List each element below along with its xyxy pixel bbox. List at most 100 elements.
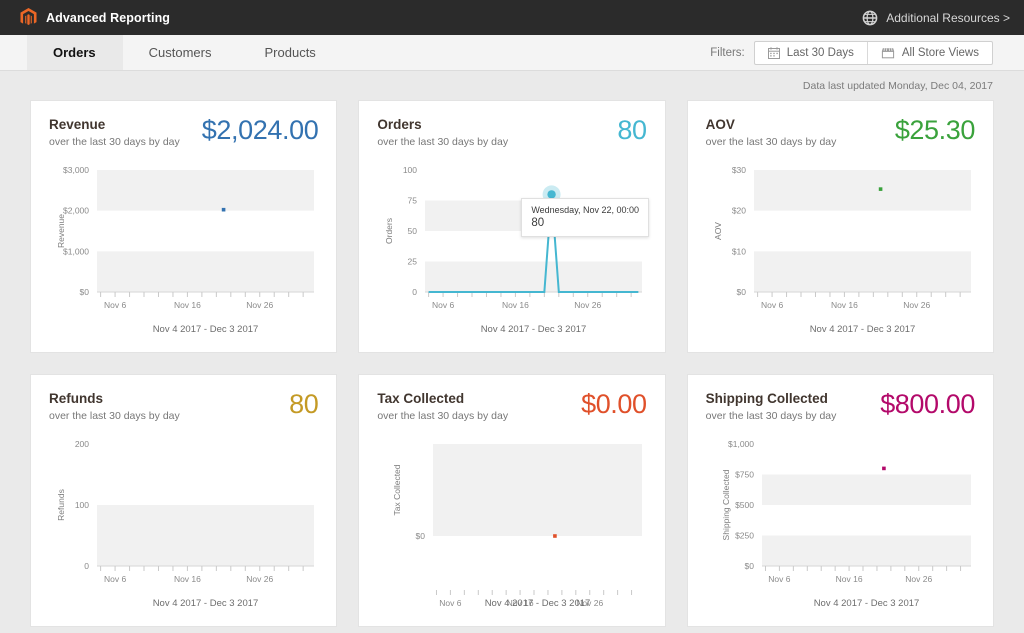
- svg-text:75: 75: [408, 195, 418, 205]
- svg-text:$0: $0: [736, 287, 746, 297]
- additional-resources-link[interactable]: Additional Resources >: [862, 10, 1010, 26]
- card-orders-title: Orders: [377, 117, 422, 132]
- svg-text:Nov 26: Nov 26: [246, 300, 273, 310]
- chart-orders[interactable]: 0 25 50 75 100 Orders Nov 6 Nov 16 Nov 26 Nov 4 2…: [377, 158, 650, 336]
- chart-shipping-collected[interactable]: $0 $250 $500 $750 $1,000 Shipping Collected No…: [706, 432, 975, 610]
- svg-text:$500: $500: [735, 500, 754, 510]
- svg-text:Nov 6: Nov 6: [440, 598, 462, 608]
- tab-orders-label: Orders: [53, 45, 96, 60]
- svg-text:$0: $0: [744, 561, 754, 571]
- svg-text:0: 0: [413, 287, 418, 297]
- svg-text:200: 200: [75, 439, 89, 449]
- svg-text:Refunds: Refunds: [56, 489, 66, 521]
- card-shipping-collected-subtitle: over the last 30 days by day: [705, 409, 837, 422]
- filters-area: Filters: Last 30 Days All Store Views: [710, 35, 1024, 70]
- tab-orders[interactable]: Orders: [27, 35, 123, 70]
- svg-text:Nov 4 2017 - Dec 3 2017: Nov 4 2017 - Dec 3 2017: [485, 598, 591, 609]
- magento-logo-icon: [20, 8, 37, 27]
- filter-store-view-button[interactable]: All Store Views: [866, 41, 992, 64]
- chart-tooltip: Wednesday, Nov 22, 00:00 80: [521, 197, 650, 237]
- card-aov: AOV over the last 30 days by day $25.30 …: [686, 100, 994, 353]
- svg-text:Nov 6: Nov 6: [761, 300, 783, 310]
- svg-text:25: 25: [408, 256, 418, 266]
- card-revenue-value: $2,024.00: [201, 115, 319, 145]
- chart-aov[interactable]: $0 $10 $20 $30 AOV Nov 6 Nov 16 Nov 26 Nov 4 201…: [706, 158, 975, 336]
- chart-refunds[interactable]: 0 100 200 Refunds Nov 6 Nov 16 Nov 26 Nov 4 201…: [49, 432, 318, 610]
- card-aov-value: $25.30: [894, 115, 976, 145]
- tab-products[interactable]: Products: [239, 35, 343, 70]
- card-revenue-subtitle: over the last 30 days by day: [49, 135, 180, 148]
- filters-label: Filters:: [710, 46, 745, 59]
- card-orders: Orders over the last 30 days by day 80 0…: [358, 100, 666, 353]
- globe-icon: [862, 10, 878, 26]
- svg-text:Nov 26: Nov 26: [905, 574, 932, 584]
- svg-text:$3,000: $3,000: [63, 165, 89, 175]
- card-tax-collected-title: Tax Collected: [377, 391, 465, 406]
- brand-area: Advanced Reporting: [20, 8, 170, 27]
- card-tax-collected-header: Tax Collected over the last 30 days by d…: [377, 389, 647, 422]
- svg-text:Nov 4 2017 - Dec 3 2017: Nov 4 2017 - Dec 3 2017: [153, 598, 259, 609]
- svg-text:AOV: AOV: [713, 222, 723, 240]
- card-refunds-subtitle: over the last 30 days by day: [49, 409, 180, 422]
- svg-text:Shipping Collected: Shipping Collected: [721, 469, 731, 540]
- svg-text:Nov 16: Nov 16: [174, 300, 201, 310]
- svg-text:Nov 16: Nov 16: [502, 300, 529, 310]
- svg-text:0: 0: [84, 561, 89, 571]
- svg-text:Revenue: Revenue: [56, 214, 66, 248]
- card-aov-header: AOV over the last 30 days by day $25.30: [705, 115, 976, 148]
- svg-text:$20: $20: [731, 206, 745, 216]
- svg-text:Nov 4 2017 - Dec 3 2017: Nov 4 2017 - Dec 3 2017: [809, 324, 915, 335]
- card-shipping-collected-title: Shipping Collected: [705, 391, 828, 406]
- tab-customers-label: Customers: [148, 45, 212, 60]
- svg-text:Tax Collected: Tax Collected: [392, 464, 402, 515]
- card-aov-subtitle: over the last 30 days by day: [705, 135, 837, 148]
- card-refunds-title: Refunds: [49, 391, 103, 406]
- card-aov-title: AOV: [705, 117, 735, 132]
- tab-customers[interactable]: Customers: [123, 35, 239, 70]
- card-revenue: Revenue over the last 30 days by day $2,…: [30, 100, 338, 353]
- svg-text:Nov 16: Nov 16: [831, 300, 858, 310]
- filter-date-range-label: Last 30 Days: [786, 46, 854, 59]
- card-tax-collected-subtitle: over the last 30 days by day: [377, 409, 509, 422]
- svg-text:100: 100: [403, 165, 417, 175]
- svg-text:Orders: Orders: [384, 218, 394, 244]
- card-orders-header: Orders over the last 30 days by day 80: [377, 115, 647, 148]
- card-refunds: Refunds over the last 30 days by day 80 …: [30, 374, 338, 627]
- svg-text:100: 100: [75, 500, 89, 510]
- card-refunds-header: Refunds over the last 30 days by day 80: [49, 391, 319, 422]
- chart-tax-collected[interactable]: $0 Tax Collected Nov 6 Nov 16 Nov 26 Nov 4 20…: [377, 432, 646, 610]
- card-tax-collected-value: $0.00: [581, 389, 647, 419]
- top-header-bar: Advanced Reporting Additional Resources …: [0, 0, 1024, 35]
- data-last-updated: Data last updated Monday, Dec 04, 2017: [802, 80, 993, 92]
- svg-text:$1,000: $1,000: [63, 246, 89, 256]
- card-orders-subtitle: over the last 30 days by day: [377, 135, 509, 148]
- svg-text:Nov 4 2017 - Dec 3 2017: Nov 4 2017 - Dec 3 2017: [481, 324, 587, 335]
- svg-text:Nov 16: Nov 16: [835, 574, 862, 584]
- svg-text:Nov 6: Nov 6: [104, 574, 126, 584]
- svg-text:$750: $750: [735, 469, 754, 479]
- filter-date-range-button[interactable]: Last 30 Days: [755, 42, 867, 64]
- card-revenue-header: Revenue over the last 30 days by day $2,…: [49, 115, 319, 148]
- additional-resources-label: Additional Resources >: [886, 10, 1010, 25]
- card-tax-collected: Tax Collected over the last 30 days by d…: [358, 374, 666, 627]
- app-title: Advanced Reporting: [46, 10, 171, 25]
- filter-button-group: Last 30 Days All Store Views: [753, 40, 993, 65]
- svg-text:Nov 26: Nov 26: [575, 300, 602, 310]
- svg-text:50: 50: [408, 226, 418, 236]
- store-icon: [881, 47, 895, 59]
- svg-text:$1,000: $1,000: [728, 439, 754, 449]
- svg-text:$10: $10: [731, 246, 745, 256]
- card-shipping-collected-header: Shipping Collected over the last 30 days…: [705, 391, 976, 422]
- svg-text:$30: $30: [731, 165, 745, 175]
- tab-products-label: Products: [264, 45, 316, 60]
- svg-text:$0: $0: [416, 531, 426, 541]
- chart-revenue[interactable]: $0 $1,000 $2,000 $3,000 Revenue Nov 6 Nov 16 No…: [49, 158, 318, 336]
- card-orders-value: 80: [617, 115, 647, 145]
- svg-text:Nov 6: Nov 6: [104, 300, 126, 310]
- filter-store-view-label: All Store Views: [901, 46, 979, 59]
- svg-text:Nov 26: Nov 26: [246, 574, 273, 584]
- svg-text:$250: $250: [735, 530, 754, 540]
- card-shipping-collected: Shipping Collected over the last 30 days…: [686, 374, 994, 627]
- report-card-grid: Revenue over the last 30 days by day $2,…: [0, 92, 1024, 627]
- svg-text:$0: $0: [80, 287, 90, 297]
